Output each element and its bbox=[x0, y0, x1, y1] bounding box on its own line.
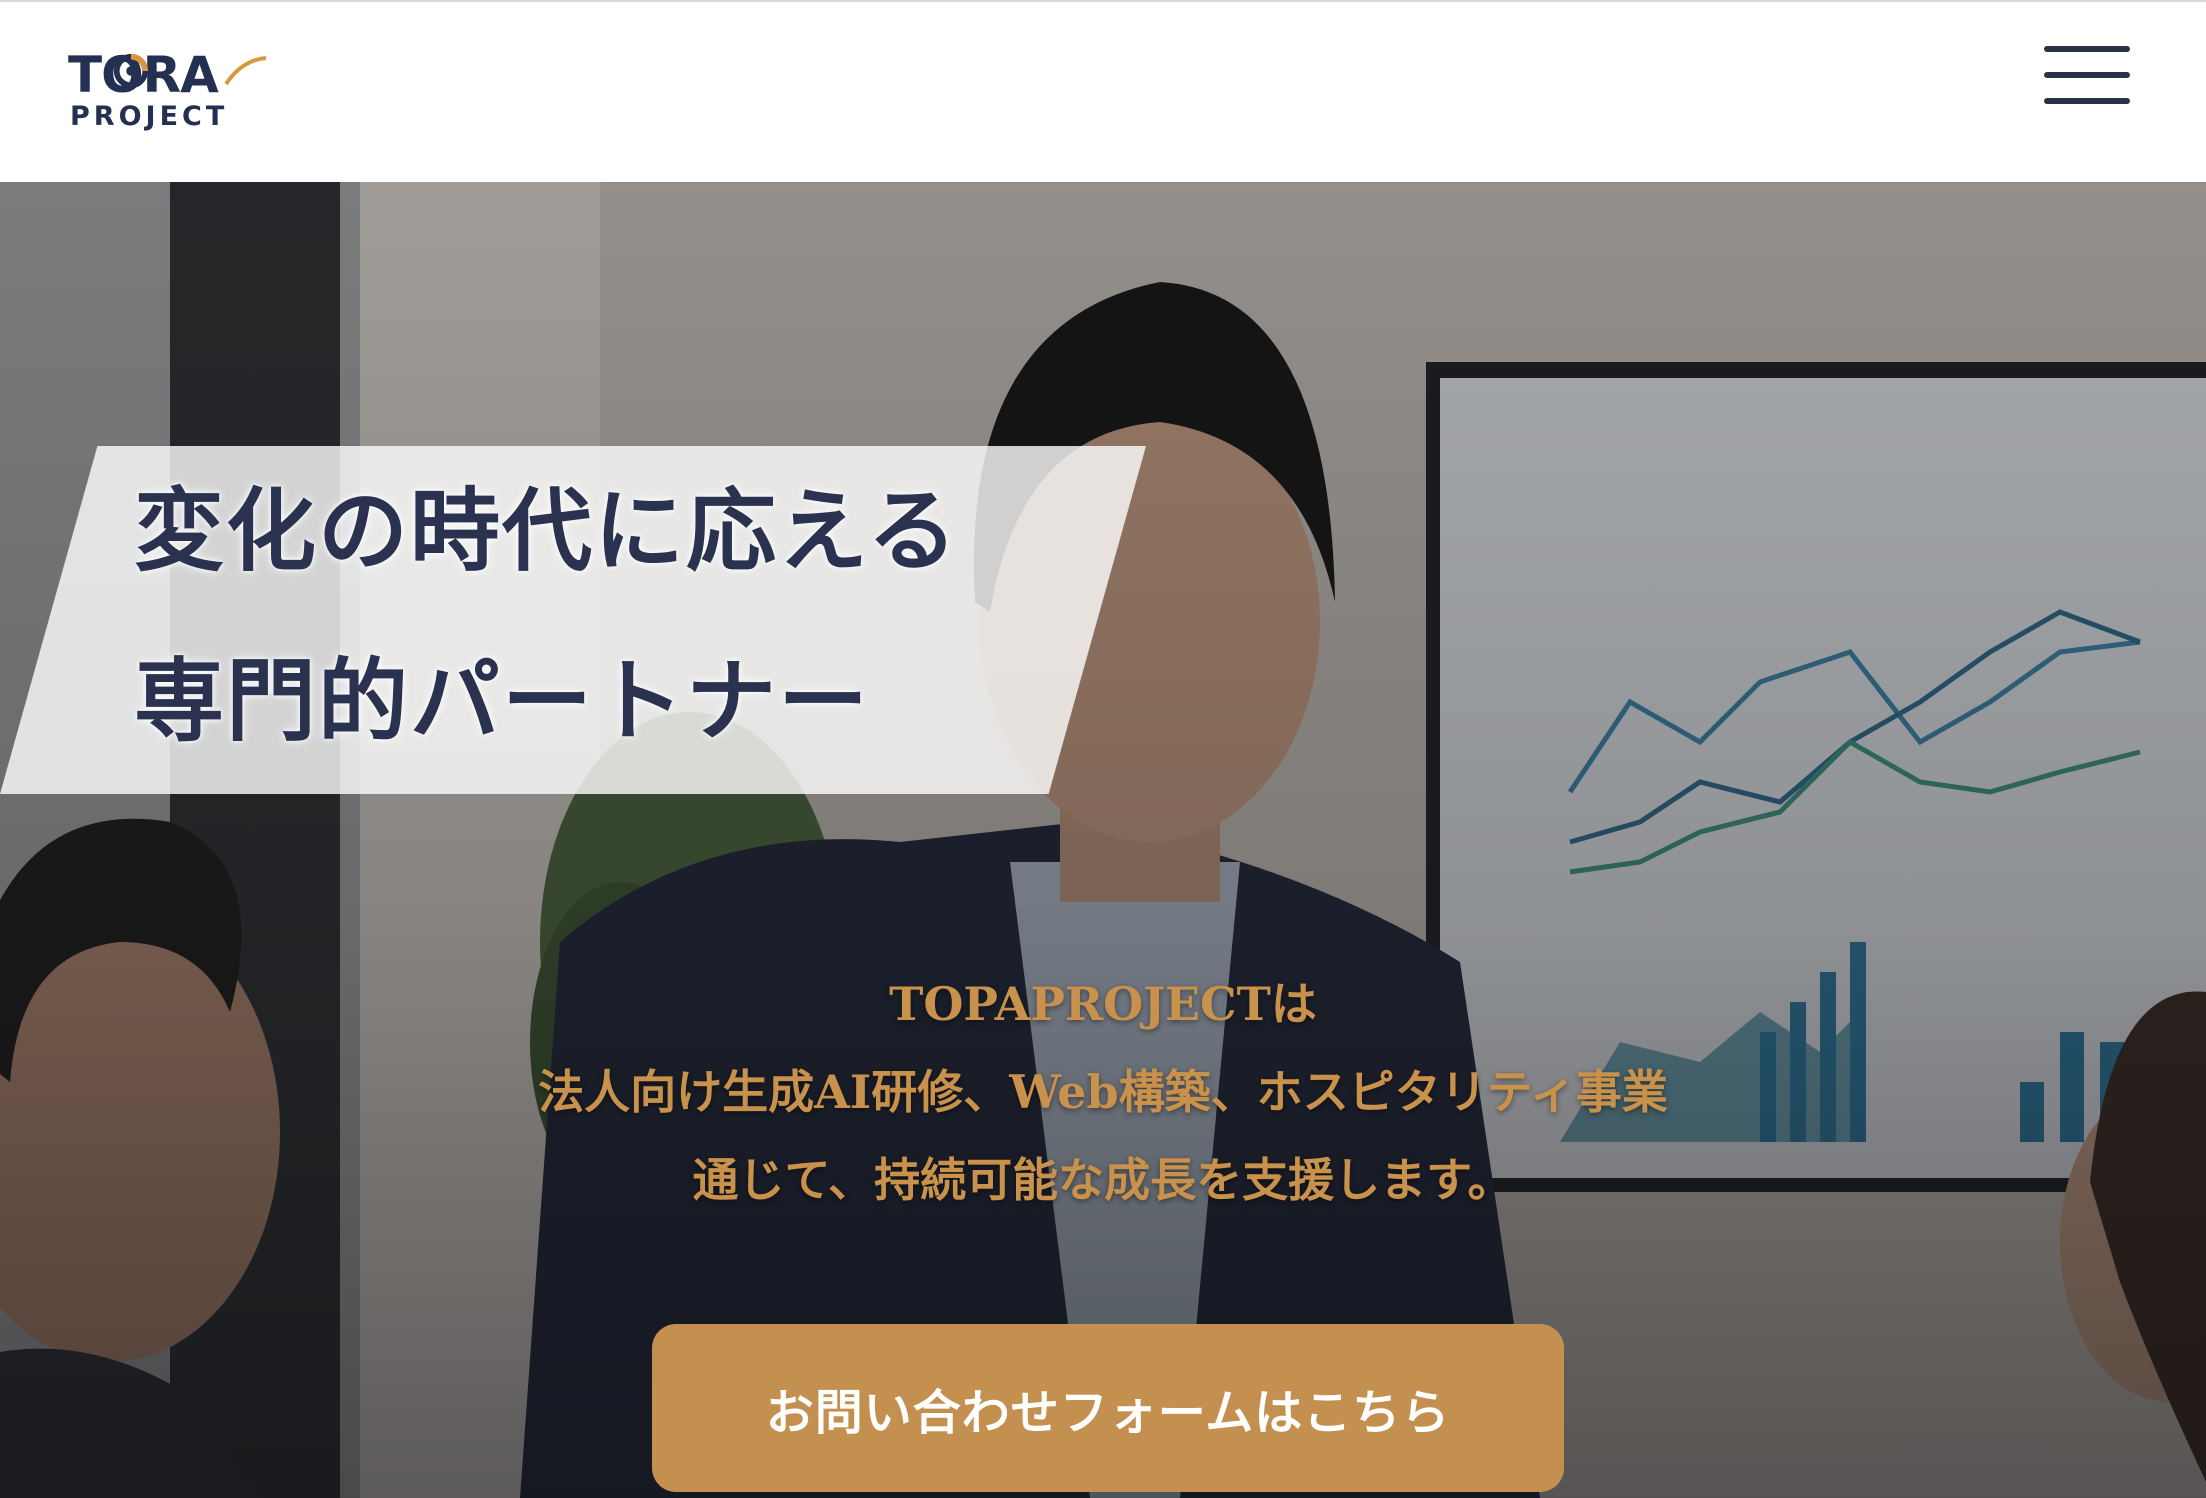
contact-form-button-label: お問い合わせフォームはこちら bbox=[765, 1385, 1451, 1441]
hero-dark-overlay bbox=[0, 182, 2206, 1498]
contact-form-button[interactable]: お問い合わせフォームはこちら bbox=[652, 1324, 1564, 1492]
hero-headline-line1: 変化の時代に応える bbox=[134, 478, 960, 584]
hero-headline-line2: 専門的パートナー bbox=[134, 648, 870, 754]
logo-target-icon bbox=[113, 53, 149, 89]
logo-swoosh-icon bbox=[224, 56, 267, 86]
logo-wordmark-bottom: PROJECT bbox=[70, 101, 229, 132]
hero-lead-line1: TOPAPROJECTは bbox=[889, 977, 1317, 1031]
hero-section bbox=[0, 182, 2206, 1498]
tora-project-logo[interactable]: TORA PROJECT bbox=[68, 50, 268, 136]
hero-lead-line2: 法人向け生成AI研修、Web構築、ホスピタリティ事業 bbox=[538, 1065, 1668, 1119]
hamburger-menu-icon[interactable] bbox=[2044, 42, 2130, 110]
hero-lead-line3: 通じて、持続可能な成長を支援します。 bbox=[692, 1153, 1514, 1207]
site-header: TORA PROJECT bbox=[0, 0, 2206, 182]
